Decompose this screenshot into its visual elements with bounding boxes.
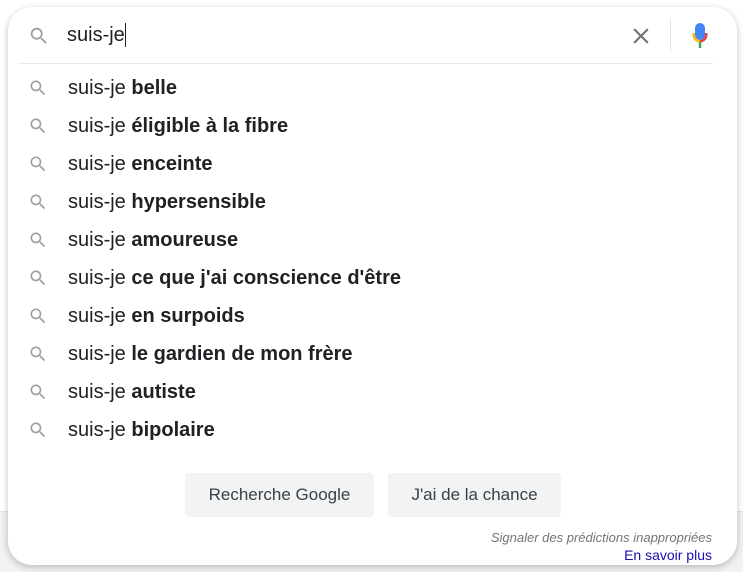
search-divider <box>18 63 713 64</box>
search-icon <box>30 232 46 248</box>
suggestion-text: suis-je hypersensible <box>68 191 266 213</box>
suggestion-text: suis-je éligible à la fibre <box>68 115 288 137</box>
search-icon <box>30 308 46 324</box>
suggestion-prefix: suis-je <box>68 229 126 251</box>
suggestion-prefix: suis-je <box>68 343 126 365</box>
suggestion-text: suis-je belle <box>68 77 177 99</box>
search-icon <box>30 270 46 286</box>
suggestion-completion: le gardien de mon frère <box>131 343 353 365</box>
suggestion-completion: autiste <box>131 381 196 403</box>
suggestion-completion: bipolaire <box>131 419 215 441</box>
suggestion-item[interactable]: suis-je bipolaire <box>8 411 737 449</box>
suggestion-completion: ce que j'ai conscience d'être <box>131 267 401 289</box>
suggestion-item[interactable]: suis-je autiste <box>8 373 737 411</box>
search-icon <box>30 156 46 172</box>
search-autocomplete-panel: suis-je belle suis-je éligible à la fibr… <box>8 7 737 565</box>
suggestion-item[interactable]: suis-je éligible à la fibre <box>8 107 737 145</box>
suggestion-item[interactable]: suis-je amoureuse <box>8 221 737 259</box>
search-icon <box>30 194 46 210</box>
search-icon <box>30 346 46 362</box>
suggestion-list: suis-je belle suis-je éligible à la fibr… <box>8 69 737 449</box>
suggestion-prefix: suis-je <box>68 115 126 137</box>
suggestion-item[interactable]: suis-je hypersensible <box>8 183 737 221</box>
suggestion-completion: hypersensible <box>131 191 266 213</box>
search-bar <box>8 7 737 63</box>
search-icon <box>30 118 46 134</box>
suggestion-item[interactable]: suis-je ce que j'ai conscience d'être <box>8 259 737 297</box>
suggestion-prefix: suis-je <box>68 191 126 213</box>
suggestion-item[interactable]: suis-je belle <box>8 69 737 107</box>
microphone-icon[interactable] <box>688 21 712 51</box>
search-icon <box>30 27 47 44</box>
search-icon <box>30 384 46 400</box>
learn-more-link[interactable]: En savoir plus <box>624 547 712 563</box>
suggestion-prefix: suis-je <box>68 153 126 175</box>
suggestion-text: suis-je ce que j'ai conscience d'être <box>68 267 401 289</box>
close-icon[interactable] <box>628 23 654 49</box>
suggestion-completion: enceinte <box>131 153 213 175</box>
suggestion-prefix: suis-je <box>68 267 126 289</box>
suggestion-completion: belle <box>131 77 177 99</box>
suggestion-text: suis-je autiste <box>68 381 196 403</box>
suggestion-item[interactable]: suis-je en surpoids <box>8 297 737 335</box>
text-cursor <box>125 23 126 47</box>
suggestion-prefix: suis-je <box>68 305 126 327</box>
search-icon <box>30 422 46 438</box>
suggestion-prefix: suis-je <box>68 77 126 99</box>
suggestion-text: suis-je bipolaire <box>68 419 215 441</box>
suggestion-prefix: suis-je <box>68 381 126 403</box>
suggestion-text: suis-je en surpoids <box>68 305 245 327</box>
suggestion-prefix: suis-je <box>68 419 126 441</box>
search-buttons: Recherche Google J'ai de la chance <box>8 473 737 517</box>
search-bar-divider <box>670 19 671 51</box>
suggestion-completion: amoureuse <box>131 229 239 251</box>
suggestion-item[interactable]: suis-je le gardien de mon frère <box>8 335 737 373</box>
google-search-button[interactable]: Recherche Google <box>185 473 374 517</box>
search-icon <box>30 80 46 96</box>
feeling-lucky-button[interactable]: J'ai de la chance <box>388 473 561 517</box>
suggestion-completion: en surpoids <box>131 305 245 327</box>
suggestion-text: suis-je enceinte <box>68 153 213 175</box>
suggestion-text: suis-je amoureuse <box>68 229 238 251</box>
suggestion-item[interactable]: suis-je enceinte <box>8 145 737 183</box>
suggestion-completion: éligible à la fibre <box>131 115 289 137</box>
report-predictions-link[interactable]: Signaler des prédictions inappropriées <box>491 530 712 545</box>
suggestion-text: suis-je le gardien de mon frère <box>68 343 353 365</box>
search-input[interactable] <box>67 20 607 50</box>
